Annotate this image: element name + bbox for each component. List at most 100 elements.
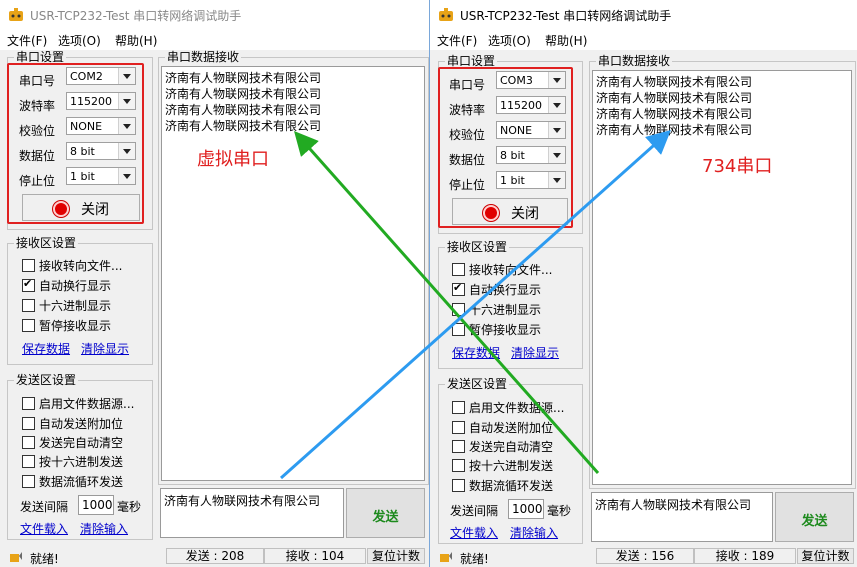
annotation-label: 734串口 xyxy=(702,156,773,177)
menu-options[interactable]: 选项(O) xyxy=(488,32,531,49)
interval-unit-label: 毫秒 xyxy=(547,504,572,518)
receive-textarea[interactable]: 济南有人物联网技术有限公司 济南有人物联网技术有限公司 济南有人物联网技术有限公… xyxy=(592,70,852,485)
hex-send-label: 按十六进制发送 xyxy=(469,459,554,473)
menu-help[interactable]: 帮助(H) xyxy=(545,32,587,49)
annotation-label: 虚拟串口 xyxy=(197,149,269,170)
file-source-checkbox[interactable] xyxy=(22,397,35,410)
hex-send-checkbox[interactable] xyxy=(22,455,35,468)
serial-settings-title: 串口设置 xyxy=(445,54,498,68)
menu-help[interactable]: 帮助(H) xyxy=(115,32,157,49)
load-file-link[interactable]: 文件载入 xyxy=(20,520,68,537)
receive-area-title: 串口数据接收 xyxy=(165,50,242,64)
recv-line: 济南有人物联网技术有限公司 xyxy=(596,107,753,121)
receive-settings-title: 接收区设置 xyxy=(445,240,510,254)
menu-file[interactable]: 文件(F) xyxy=(437,32,477,49)
save-data-link[interactable]: 保存数据 xyxy=(22,340,70,357)
clear-display-link[interactable]: 清除显示 xyxy=(511,344,559,361)
auto-wrap-checkbox[interactable] xyxy=(452,281,465,296)
status-ready-text: 就绪! xyxy=(460,552,489,566)
menu-bar: 文件(F) 选项(O) 帮助(H) xyxy=(0,30,429,50)
serial-settings-title: 串口设置 xyxy=(14,50,67,64)
pause-recv-checkbox[interactable] xyxy=(22,319,35,332)
menu-file[interactable]: 文件(F) xyxy=(7,32,47,49)
clear-display-link[interactable]: 清除显示 xyxy=(81,340,129,357)
send-button[interactable]: 发送 xyxy=(775,492,854,542)
annotation-box xyxy=(438,67,573,228)
hex-send-label: 按十六进制发送 xyxy=(39,455,124,469)
pause-recv-label: 暂停接收显示 xyxy=(469,323,542,337)
file-source-checkbox[interactable] xyxy=(452,401,465,414)
send-interval-input[interactable]: 1000 xyxy=(78,495,114,515)
recv-count: 接收 : 104 xyxy=(264,548,366,564)
recv-to-file-label: 接收转向文件... xyxy=(39,259,123,273)
loop-send-checkbox[interactable] xyxy=(452,479,465,492)
receive-textarea[interactable]: 济南有人物联网技术有限公司 济南有人物联网技术有限公司 济南有人物联网技术有限公… xyxy=(161,66,425,481)
auto-wrap-checkbox[interactable] xyxy=(22,277,35,292)
auto-append-label: 自动发送附加位 xyxy=(39,417,124,431)
recv-line: 济南有人物联网技术有限公司 xyxy=(165,71,322,85)
auto-wrap-label: 自动换行显示 xyxy=(469,283,542,297)
receive-settings-title: 接收区设置 xyxy=(14,236,79,250)
menu-bar: 文件(F) 选项(O) 帮助(H) xyxy=(430,30,857,50)
loop-send-checkbox[interactable] xyxy=(22,475,35,488)
hex-display-label: 十六进制显示 xyxy=(39,299,112,313)
hex-send-checkbox[interactable] xyxy=(452,459,465,472)
recv-to-file-checkbox[interactable] xyxy=(452,263,465,276)
reset-count-button[interactable]: 复位计数 xyxy=(797,548,854,564)
clear-input-link[interactable]: 清除输入 xyxy=(80,520,128,537)
send-textarea[interactable]: 济南有人物联网技术有限公司 xyxy=(591,492,773,542)
loop-send-label: 数据流循环发送 xyxy=(469,479,554,493)
hex-display-checkbox[interactable] xyxy=(452,303,465,316)
auto-append-label: 自动发送附加位 xyxy=(469,421,554,435)
auto-wrap-label: 自动换行显示 xyxy=(39,279,112,293)
interval-unit-label: 毫秒 xyxy=(117,500,142,514)
right-app-window: USR-TCP232-Test 串口转网络调试助手 文件(F) 选项(O) 帮助… xyxy=(429,0,857,567)
ready-icon xyxy=(10,552,22,562)
window-title: USR-TCP232-Test 串口转网络调试助手 xyxy=(30,9,242,23)
auto-append-checkbox[interactable] xyxy=(452,421,465,434)
clear-input-link[interactable]: 清除输入 xyxy=(510,524,558,541)
annotation-box xyxy=(7,63,144,224)
pause-recv-checkbox[interactable] xyxy=(452,323,465,336)
hex-display-checkbox[interactable] xyxy=(22,299,35,312)
file-source-label: 启用文件数据源... xyxy=(469,401,565,415)
auto-clear-label: 发送完自动清空 xyxy=(39,436,124,450)
send-interval-label: 发送间隔 xyxy=(450,504,499,518)
auto-clear-label: 发送完自动清空 xyxy=(469,440,554,454)
title-bar[interactable]: USR-TCP232-Test 串口转网络调试助手 xyxy=(430,0,857,30)
app-icon xyxy=(439,8,453,21)
send-settings-title: 发送区设置 xyxy=(445,377,510,391)
send-button[interactable]: 发送 xyxy=(346,488,425,538)
menu-options[interactable]: 选项(O) xyxy=(58,32,101,49)
send-interval-label: 发送间隔 xyxy=(20,500,69,514)
pause-recv-label: 暂停接收显示 xyxy=(39,319,112,333)
reset-count-button[interactable]: 复位计数 xyxy=(367,548,425,564)
status-bar: 就绪! 发送 : 208 接收 : 104 复位计数 xyxy=(0,545,429,567)
left-app-window: USR-TCP232-Test 串口转网络调试助手 文件(F) 选项(O) 帮助… xyxy=(0,0,429,567)
file-source-label: 启用文件数据源... xyxy=(39,397,135,411)
save-data-link[interactable]: 保存数据 xyxy=(452,344,500,361)
title-bar[interactable]: USR-TCP232-Test 串口转网络调试助手 xyxy=(0,0,429,30)
recv-line: 济南有人物联网技术有限公司 xyxy=(165,103,322,117)
send-interval-input[interactable]: 1000 xyxy=(508,499,544,519)
auto-append-checkbox[interactable] xyxy=(22,417,35,430)
sent-count: 发送 : 156 xyxy=(596,548,694,564)
auto-clear-checkbox[interactable] xyxy=(22,436,35,449)
load-file-link[interactable]: 文件载入 xyxy=(450,524,498,541)
send-textarea[interactable]: 济南有人物联网技术有限公司 xyxy=(160,488,344,538)
recv-line: 济南有人物联网技术有限公司 xyxy=(596,91,753,105)
recv-line: 济南有人物联网技术有限公司 xyxy=(596,75,753,89)
recv-count: 接收 : 189 xyxy=(694,548,796,564)
recv-line: 济南有人物联网技术有限公司 xyxy=(165,87,322,101)
app-icon xyxy=(9,8,23,21)
recv-to-file-checkbox[interactable] xyxy=(22,259,35,272)
loop-send-label: 数据流循环发送 xyxy=(39,475,124,489)
window-title: USR-TCP232-Test 串口转网络调试助手 xyxy=(460,9,672,23)
send-settings-title: 发送区设置 xyxy=(14,373,79,387)
auto-clear-checkbox[interactable] xyxy=(452,440,465,453)
status-bar: 就绪! 发送 : 156 接收 : 189 复位计数 xyxy=(430,545,857,567)
send-text: 济南有人物联网技术有限公司 xyxy=(595,498,752,512)
recv-line: 济南有人物联网技术有限公司 xyxy=(165,119,322,133)
status-ready-text: 就绪! xyxy=(30,552,59,566)
recv-line: 济南有人物联网技术有限公司 xyxy=(596,123,753,137)
